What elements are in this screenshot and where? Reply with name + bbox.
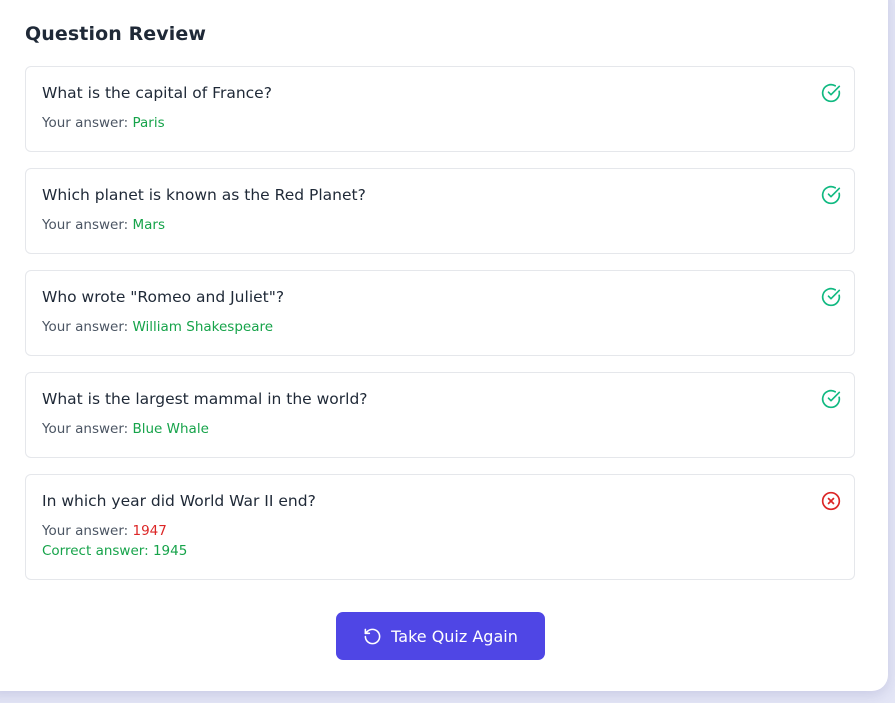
question-card: What is the largest mammal in the world?… [25,372,855,458]
your-answer-value: Mars [132,217,165,233]
your-answer-label: Your answer: [42,217,129,233]
your-answer: Your answer: Mars [42,217,165,233]
correct-answer-label: Correct answer: [42,543,149,559]
question-card: Which planet is known as the Red Planet?… [25,168,855,254]
your-answer-value: 1947 [132,523,167,539]
your-answer: Your answer: William Shakespeare [42,319,273,335]
your-answer-value: Blue Whale [132,421,209,437]
correct-answer-value: 1945 [152,543,188,559]
section-title: Question Review [25,23,207,45]
your-answer-value: Paris [132,115,165,131]
check-circle-icon [821,83,841,103]
question-text: Which planet is known as the Red Planet? [42,186,366,204]
question-text: What is the capital of France? [42,84,272,102]
check-circle-icon [821,287,841,307]
check-circle-icon [821,389,841,409]
check-circle-icon [821,185,841,205]
rotate-ccw-icon [364,628,381,644]
your-answer-label: Your answer: [42,319,129,335]
question-text: In which year did World War II end? [42,492,316,510]
take-quiz-again-button[interactable]: Take Quiz Again [336,612,545,660]
question-card: In which year did World War II end? Your… [25,474,855,580]
your-answer-label: Your answer: [42,523,129,539]
take-quiz-again-label: Take Quiz Again [391,626,518,646]
question-text: Who wrote "Romeo and Juliet"? [42,288,285,306]
question-text: What is the largest mammal in the world? [42,390,368,408]
question-card: What is the capital of France? Your answ… [25,66,855,152]
question-card: Who wrote "Romeo and Juliet"? Your answe… [25,270,855,356]
x-circle-icon [821,491,841,511]
your-answer-value: William Shakespeare [132,319,274,335]
your-answer: Your answer: Paris [42,115,165,131]
your-answer-label: Your answer: [42,115,129,131]
your-answer-label: Your answer: [42,421,129,437]
your-answer: Your answer: 1947 [42,523,167,539]
your-answer: Your answer: Blue Whale [42,421,209,437]
correct-answer: Correct answer: 1945 [42,543,187,559]
